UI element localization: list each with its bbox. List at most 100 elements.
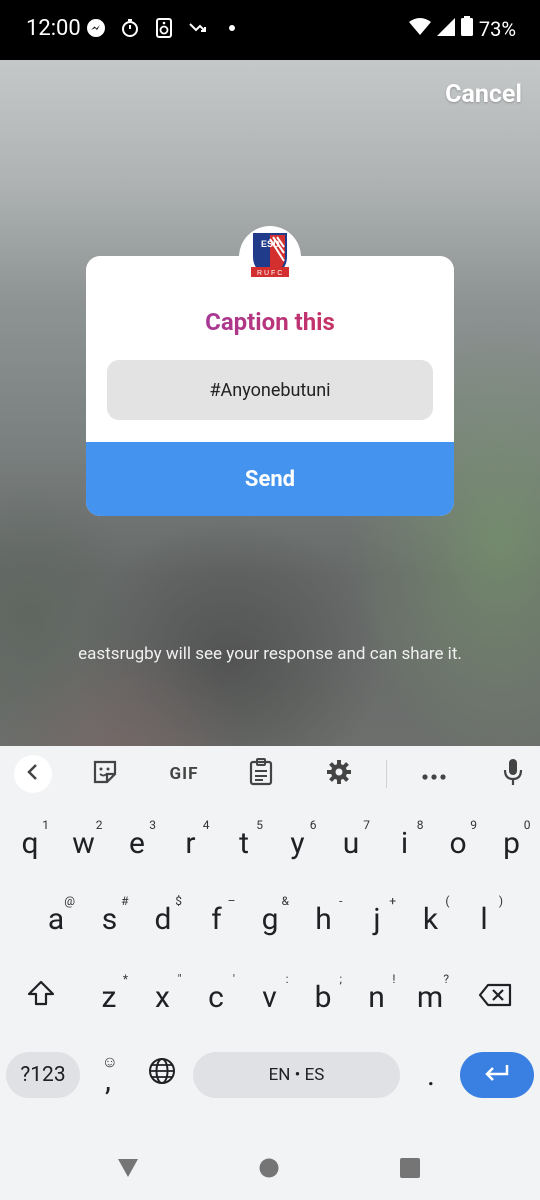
key-j[interactable]: + j [352,892,402,946]
key-label: n [368,979,385,1015]
toolbar-back-button[interactable] [14,755,52,793]
key-f[interactable]: – f [192,892,242,946]
response-notice: eastsrugby will see your response and ca… [78,644,462,664]
key-hint: 7 [363,818,370,832]
key-p[interactable]: 0p [487,816,537,870]
key-label: l [480,901,488,937]
key-z[interactable]: * z [84,970,134,1024]
key-label: f [211,901,222,937]
wifi-icon [408,17,431,41]
key-label: d [154,901,172,937]
key-g[interactable]: & g [245,892,295,946]
key-n[interactable]: ! n [352,970,402,1024]
key-e[interactable]: 3e [112,816,162,870]
key-v[interactable]: :v [245,970,295,1024]
key-hint: 3 [149,818,156,832]
gif-label: GIF [169,764,199,784]
key-hint: ' [232,972,235,986]
settings-button[interactable] [325,760,353,788]
key-hint: ; [339,972,342,986]
sticker-button[interactable] [91,760,119,788]
signal-icon [436,17,455,41]
key-hint: 6 [309,818,317,832]
backspace-key[interactable] [470,970,520,1024]
svg-text:ESD: ESD [261,239,280,249]
key-label: v [262,979,277,1015]
key-k[interactable]: (k [406,892,456,946]
clipboard-button[interactable] [247,758,275,790]
status-bar: 12:00 73% [0,0,540,60]
key-r[interactable]: 4r [166,816,216,870]
home-circle-icon [259,1158,279,1182]
key-q[interactable]: 1q [5,816,55,870]
backspace-icon [478,980,512,1015]
enter-key[interactable] [460,1052,534,1098]
period-key[interactable]: . [406,1048,456,1102]
key-hint: 8 [416,818,424,832]
key-hint: ? [443,972,449,986]
key-label: u [342,825,360,861]
key-i[interactable]: 8i [380,816,430,870]
key-w[interactable]: 2w [59,816,109,870]
more-icon [422,765,446,784]
key-m[interactable]: ? m [405,970,455,1024]
key-label: i [400,825,409,861]
key-label: w [72,825,95,861]
recents-square-icon [400,1158,420,1182]
gif-button[interactable]: GIF [166,760,202,788]
symbols-key[interactable]: ?123 [6,1052,80,1098]
key-hint: 5 [256,818,263,832]
key-label: t [239,825,249,861]
key-a[interactable]: @ a [31,892,81,946]
key-hint: $ [175,894,182,908]
more-button[interactable] [420,760,448,788]
key-label: m [416,979,444,1015]
key-d[interactable]: $ d [138,892,188,946]
sticker-icon [92,759,118,789]
key-o[interactable]: 9o [433,816,483,870]
mic-icon [503,758,523,790]
key-u[interactable]: 7u [326,816,376,870]
send-button[interactable]: Send [86,442,454,516]
emoji-hint: ☺ [101,1052,118,1071]
comma-key[interactable]: ☺ , [84,1048,132,1102]
space-key[interactable]: EN • ES [193,1052,400,1098]
key-label: p [503,825,520,861]
nav-bar [0,1138,540,1200]
dot-icon [222,18,242,38]
key-hint: ! [392,972,396,986]
key-h[interactable]: -h [299,892,349,946]
key-label: e [129,825,145,861]
key-hint: 1 [42,818,49,832]
key-y[interactable]: 6y [273,816,323,870]
key-l[interactable]: ) l [459,892,509,946]
key-hint: ( [445,894,450,908]
key-c[interactable]: ' c [191,970,241,1024]
key-x[interactable]: " x [138,970,188,1024]
period-label: . [427,1057,435,1093]
key-t[interactable]: 5t [219,816,269,870]
keyboard-toolbar: GIF [0,746,540,802]
nav-recents-button[interactable] [400,1158,420,1182]
nav-home-button[interactable] [259,1158,279,1182]
enter-icon [483,1063,511,1087]
club-avatar: ESD R U F C [239,226,301,288]
keyboard: GIF 1q2w3e4r5t6y7u8i9o0p @ a # s $ d – f & g - h + j(… [0,746,540,1138]
key-hint: ) [498,894,503,908]
key-label: x [155,979,170,1015]
globe-key[interactable] [137,1048,187,1102]
card-title: Caption this [86,308,454,336]
key-b[interactable]: ; b [298,970,348,1024]
nav-back-button[interactable] [117,1158,139,1182]
settings-icon [326,759,352,789]
clipboard-icon [249,758,273,790]
shift-key[interactable] [16,970,66,1024]
key-label: g [261,901,279,937]
key-s[interactable]: # s [85,892,135,946]
key-hint: : [285,972,289,986]
cancel-button[interactable]: Cancel [445,80,522,109]
mic-button[interactable] [499,758,527,790]
caption-input[interactable]: #Anyonebutuni [107,360,433,420]
toolbar-divider [386,760,387,788]
key-label: y [290,825,305,861]
